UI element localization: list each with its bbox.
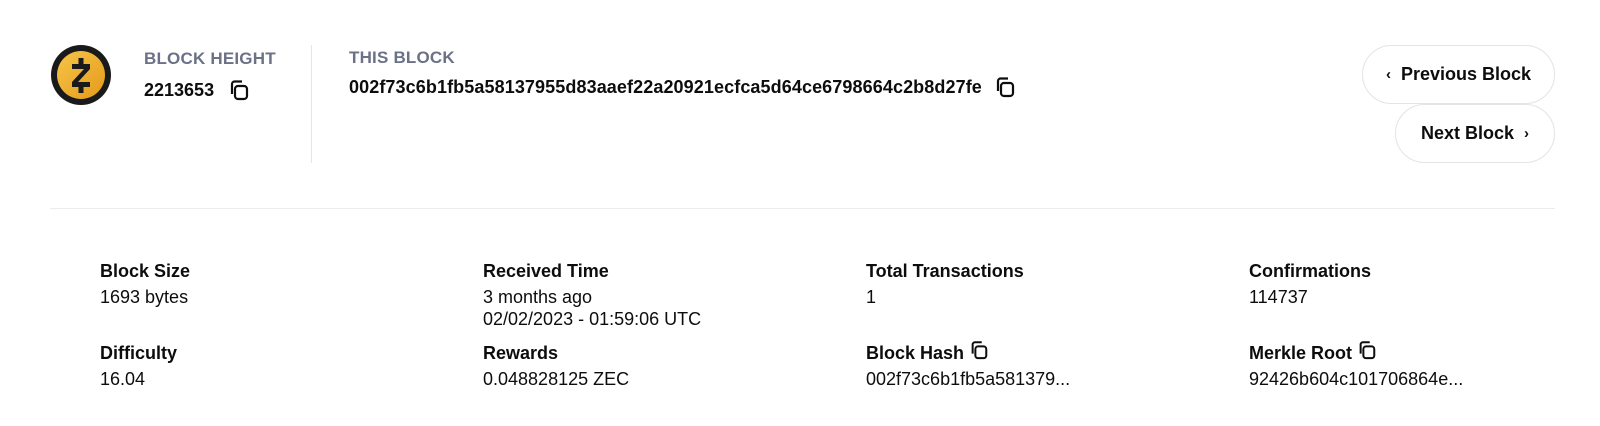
this-block-hash: 002f73c6b1fb5a58137955d83aaef22a20921ecf…: [349, 76, 982, 97]
stat-received-time: Received Time 3 months ago 02/02/2023 - …: [483, 261, 701, 330]
difficulty-value: 16.04: [100, 369, 146, 389]
header-divider: [311, 45, 312, 163]
previous-block-label: Previous Block: [1400, 64, 1532, 84]
chevron-left-icon: ‹: [1385, 66, 1391, 83]
total-transactions-value: 1: [866, 287, 877, 307]
confirmations-title: Confirmations: [1249, 261, 1372, 281]
copy-hash-icon[interactable]: [992, 74, 1018, 100]
stat-merkle-root: Merkle Root 92426b604c101706864e...: [1249, 340, 1464, 390]
previous-block-button[interactable]: ‹ Previous Block: [1362, 45, 1555, 104]
rewards-title: Rewards: [483, 343, 559, 363]
difficulty-title: Difficulty: [100, 343, 178, 363]
block-size-value: 1693 bytes: [100, 287, 189, 307]
block-hash-value: 002f73c6b1fb5a581379...: [866, 369, 1071, 389]
merkle-root-title: Merkle Root: [1249, 343, 1353, 363]
rewards-value: 0.048828125 ZEC: [483, 369, 630, 389]
total-transactions-title: Total Transactions: [866, 261, 1024, 281]
next-block-label: Next Block: [1420, 123, 1515, 143]
block-height-section: BLOCK HEIGHT 2213653: [144, 49, 276, 103]
stat-rewards: Rewards 0.048828125 ZEC: [483, 343, 629, 390]
block-height-label: BLOCK HEIGHT: [144, 49, 276, 68]
received-time-title: Received Time: [483, 261, 609, 281]
merkle-root-value: 92426b604c101706864e...: [1249, 369, 1464, 389]
block-height-value: 2213653: [144, 79, 215, 100]
copy-height-icon[interactable]: [226, 77, 252, 103]
received-time-absolute: 02/02/2023 - 01:59:06 UTC: [483, 309, 702, 329]
stat-total-transactions: Total Transactions 1: [866, 261, 1024, 308]
stat-block-hash: Block Hash 002f73c6b1fb5a581379...: [866, 340, 1071, 390]
confirmations-value: 114737: [1249, 287, 1308, 307]
copy-merkle-root-icon[interactable]: [1356, 340, 1378, 362]
received-time-relative: 3 months ago: [483, 287, 593, 307]
stat-difficulty: Difficulty 16.04: [100, 343, 177, 390]
stat-block-size: Block Size 1693 bytes: [100, 261, 190, 308]
section-divider: [50, 208, 1555, 209]
block-hash-title: Block Hash: [866, 343, 965, 363]
block-size-title: Block Size: [100, 261, 191, 281]
this-block-label: THIS BLOCK: [349, 48, 455, 67]
this-block-section: THIS BLOCK 002f73c6b1fb5a58137955d83aaef…: [349, 48, 1018, 100]
chevron-right-icon: ›: [1524, 125, 1530, 142]
next-block-button[interactable]: Next Block ›: [1395, 104, 1555, 163]
stat-confirmations: Confirmations 114737: [1249, 261, 1371, 308]
copy-block-hash-icon[interactable]: [968, 340, 990, 362]
zcash-logo: [51, 45, 111, 105]
